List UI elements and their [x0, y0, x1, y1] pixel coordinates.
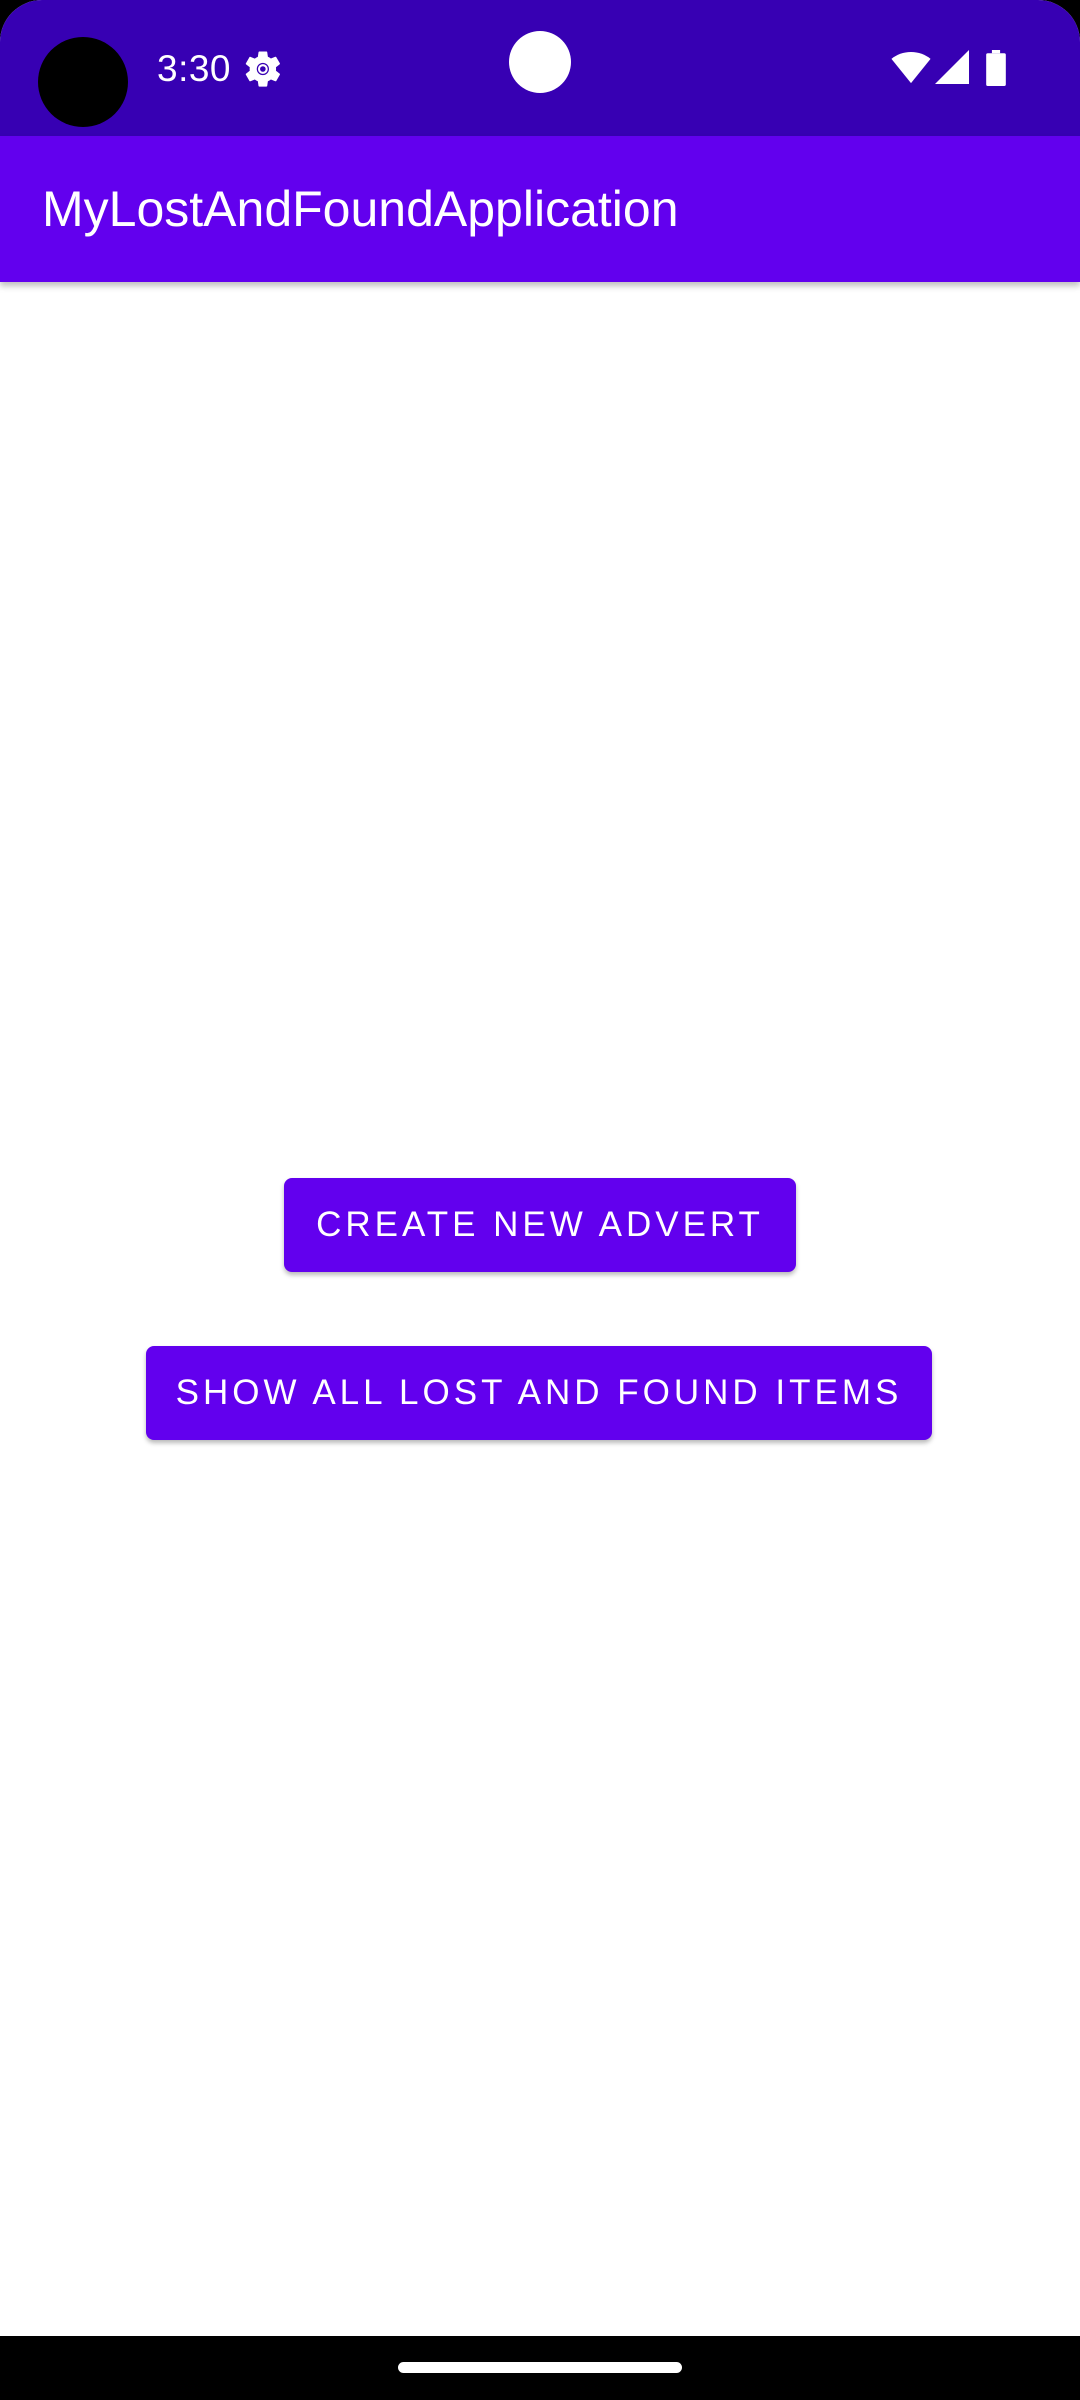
settings-icon — [245, 51, 280, 87]
navigation-bar — [0, 2336, 1080, 2400]
battery-icon — [986, 50, 1006, 86]
home-gesture-handle[interactable] — [398, 2362, 682, 2373]
status-bar: 3:30 — [0, 0, 1080, 136]
wifi-icon — [891, 52, 931, 84]
cell-signal-icon — [935, 50, 969, 84]
camera-cutout — [38, 37, 128, 127]
app-title: MyLostAndFoundApplication — [42, 181, 679, 237]
notification-dot-icon — [509, 31, 571, 93]
status-time: 3:30 — [157, 48, 232, 89]
app-screen: 3:30 MyLostAndFoundApplication CREATE NE… — [0, 0, 1080, 2400]
app-bar: MyLostAndFoundApplication — [0, 136, 1080, 282]
show-all-items-button[interactable]: SHOW ALL LOST AND FOUND ITEMS — [146, 1346, 932, 1440]
create-new-advert-button[interactable]: CREATE NEW ADVERT — [284, 1178, 796, 1272]
